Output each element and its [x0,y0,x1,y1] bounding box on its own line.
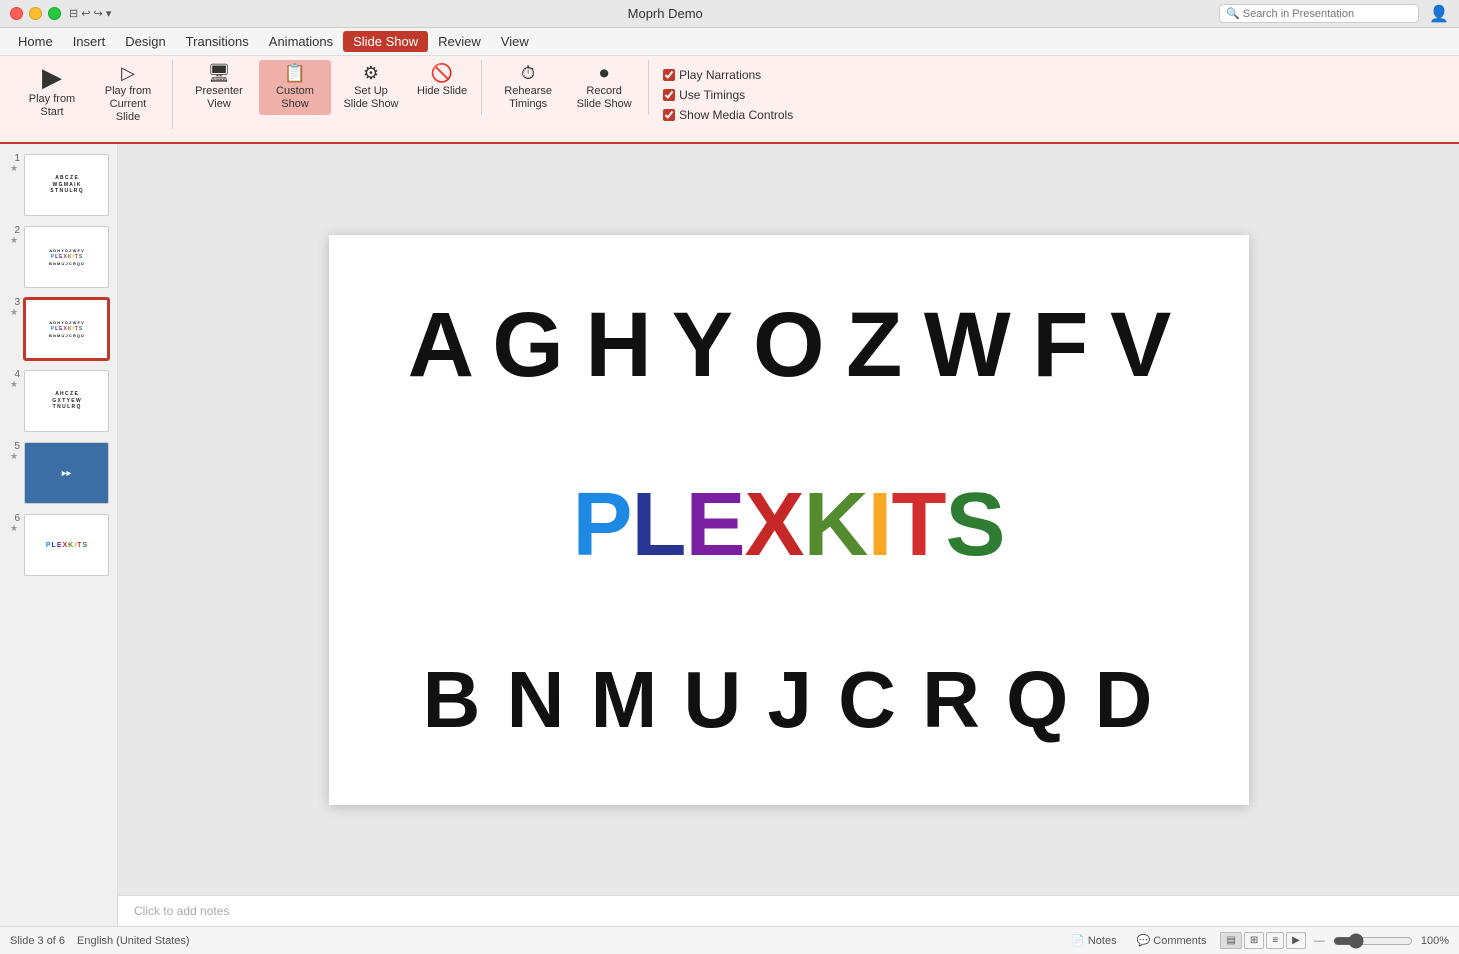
slide-row3: B N M U J C R Q D [359,660,1219,740]
presenter-view-button[interactable]: 🖥 Presenter View [183,60,255,115]
menu-animations[interactable]: Animations [259,31,343,52]
slide-thumb-6[interactable]: 6 ★ PLEXKITS [6,512,111,578]
search-input[interactable] [1243,8,1412,20]
reading-view-button[interactable]: ≡ [1266,932,1284,949]
title-bar: ⊟ ↩ ↪ ▾ Moprh Demo 🔍 👤 [0,0,1459,28]
menu-review[interactable]: Review [428,31,491,52]
slide-thumbnail-4[interactable]: A H C Z E G X T Y E W T N U L R Q [24,370,109,432]
slide-thumbnail-5[interactable]: ▶▶ [24,442,109,504]
use-timings-checkbox[interactable]: Use Timings [663,88,793,102]
play-from-start-button[interactable]: ▶ Play from Start [16,60,88,123]
menu-transitions[interactable]: Transitions [176,31,259,52]
traffic-lights [10,7,61,20]
play-current-icon: ▷ [121,64,135,82]
ribbon: ▶ Play from Start ▷ Play from Current Sl… [0,56,1459,144]
slide-canvas-container[interactable]: A G H Y O Z W F V P L E X K I T S B N M … [118,144,1459,895]
menu-view[interactable]: View [491,31,539,52]
slide-sorter-button[interactable]: ⊞ [1244,932,1264,949]
custom-show-icon: 📋 [284,64,306,82]
presenter-view-btn[interactable]: ▶ [1286,932,1306,949]
menu-home[interactable]: Home [8,31,63,52]
hide-slide-button[interactable]: 🚫 Hide Slide [411,60,473,102]
zoom-level: 100% [1421,935,1449,947]
slide-thumbnail-1[interactable]: A B C Z E W G M A I K S T N U L R Q [24,154,109,216]
slide-thumb-4[interactable]: 4 ★ A H C Z E G X T Y E W T N U L R Q [6,368,111,434]
setup-icon: ⚙ [363,64,379,82]
slide-thumb-3[interactable]: 3 ★ A G H Y O Z W F V PLEXKITS B N M U J… [6,296,111,362]
window-title: Moprh Demo [111,6,1219,21]
language-info: English (United States) [77,935,190,947]
slide-row2-plexkits: P L E X K I T S [359,480,1219,570]
slide-thumb-2[interactable]: 2 ★ A G H Y O Z W F V PLEXKITS B N M U J… [6,224,111,290]
menu-slideshow[interactable]: Slide Show [343,31,428,52]
menu-insert[interactable]: Insert [63,31,116,52]
letter-L: L [631,480,685,570]
notes-button[interactable]: 📄 Notes [1065,932,1122,949]
slide-thumb-5[interactable]: 5 ★ ▶▶ [6,440,111,506]
search-box[interactable]: 🔍 [1219,4,1419,23]
ribbon-group-options: Play Narrations Use Timings Show Media C… [651,60,805,130]
menu-design[interactable]: Design [115,31,175,52]
content-area: A G H Y O Z W F V P L E X K I T S B N M … [118,144,1459,926]
slide-thumbnail-6[interactable]: PLEXKITS [24,514,109,576]
letter-X: X [744,480,803,570]
letter-I: I [868,480,892,570]
notes-placeholder: Click to add notes [134,904,229,918]
comments-button[interactable]: 💬 Comments [1131,932,1213,949]
letter-S: S [946,480,1005,570]
comments-icon: 💬 [1137,934,1151,947]
letter-K: K [804,480,868,570]
play-narrations-checkbox[interactable]: Play Narrations [663,68,793,82]
ribbon-group-timings: ⏱ Rehearse Timings ⏺ Record Slide Show [484,60,649,115]
record-icon: ⏺ [600,64,609,82]
ribbon-group-setup: 🖥 Presenter View 📋 Custom Show ⚙ Set Up … [175,60,482,115]
letter-T: T [892,480,946,570]
menu-bar: Home Insert Design Transitions Animation… [0,28,1459,56]
presenter-view-icon: 🖥 [208,64,231,82]
main-area: 1 ★ A B C Z E W G M A I K S T N U L R Q … [0,144,1459,926]
close-button[interactable] [10,7,23,20]
setup-slide-show-button[interactable]: ⚙ Set Up Slide Show [335,60,407,115]
show-media-controls-checkbox[interactable]: Show Media Controls [663,108,793,122]
slide-panel: 1 ★ A B C Z E W G M A I K S T N U L R Q … [0,144,118,926]
maximize-button[interactable] [48,7,61,20]
play-current-slide-button[interactable]: ▷ Play from Current Slide [92,60,164,129]
slide-row1: A G H Y O Z W F V [359,299,1219,391]
custom-show-button[interactable]: 📋 Custom Show [259,60,331,115]
slide-thumb-1[interactable]: 1 ★ A B C Z E W G M A I K S T N U L R Q [6,152,111,218]
letter-P: P [572,480,631,570]
normal-view-button[interactable]: ▤ [1220,932,1241,949]
ribbon-group-play: ▶ Play from Start ▷ Play from Current Sl… [8,60,173,129]
rehearse-timings-button[interactable]: ⏱ Rehearse Timings [492,60,564,115]
notes-bar[interactable]: Click to add notes [118,895,1459,926]
slide-thumbnail-2[interactable]: A G H Y O Z W F V PLEXKITS B N M U J C R… [24,226,109,288]
hide-slide-icon: 🚫 [431,64,453,82]
rehearse-icon: ⏱ [521,64,535,82]
view-buttons: ▤ ⊞ ≡ ▶ [1220,932,1305,949]
slide-canvas[interactable]: A G H Y O Z W F V P L E X K I T S B N M … [329,235,1249,805]
play-start-icon: ▶ [42,64,62,90]
status-bar: Slide 3 of 6 English (United States) 📄 N… [0,926,1459,954]
zoom-slider[interactable] [1333,933,1413,949]
slide-thumbnail-3[interactable]: A G H Y O Z W F V PLEXKITS B N M U J C R… [24,298,109,360]
notes-icon: 📄 [1071,934,1085,947]
minimize-button[interactable] [29,7,42,20]
letter-E: E [685,480,744,570]
record-slide-show-button[interactable]: ⏺ Record Slide Show [568,60,640,115]
slide-info: Slide 3 of 6 [10,935,65,947]
